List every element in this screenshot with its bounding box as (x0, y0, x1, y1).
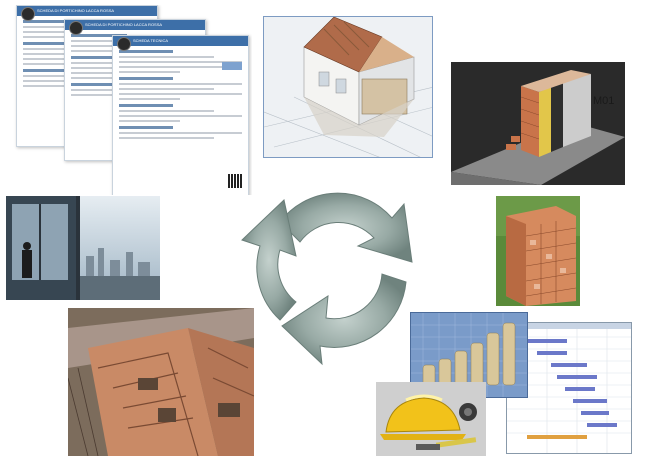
datasheet-logo-icon (69, 21, 83, 35)
cycle-arrows-icon (222, 150, 442, 380)
hard-hat-image (376, 382, 486, 456)
wall-axonometric-image: M01 (451, 62, 625, 185)
datasheet-header: SCHEDA DI PORTICHINO LACCA ROSSA (17, 6, 157, 16)
datasheet-header: SCHEDA DI PORTICHINO LACCA ROSSA (65, 20, 205, 30)
cycle-arrow-left (241, 199, 297, 321)
wall-label: M01 (593, 95, 614, 107)
house-render-image (263, 16, 433, 158)
office-view-image (6, 196, 160, 300)
datasheet-header: SCHEDA TECNICA (113, 36, 248, 46)
bricks-image (496, 196, 580, 306)
datasheets-image: SCHEDA DI PORTICHINO LACCA ROSSA SCHEDA … (12, 5, 252, 195)
cycle-arrow-top (279, 192, 413, 263)
datasheet-logo-icon (21, 7, 35, 21)
cycle-arrow-bottom (281, 273, 407, 366)
datasheet-logo-icon (117, 37, 131, 51)
